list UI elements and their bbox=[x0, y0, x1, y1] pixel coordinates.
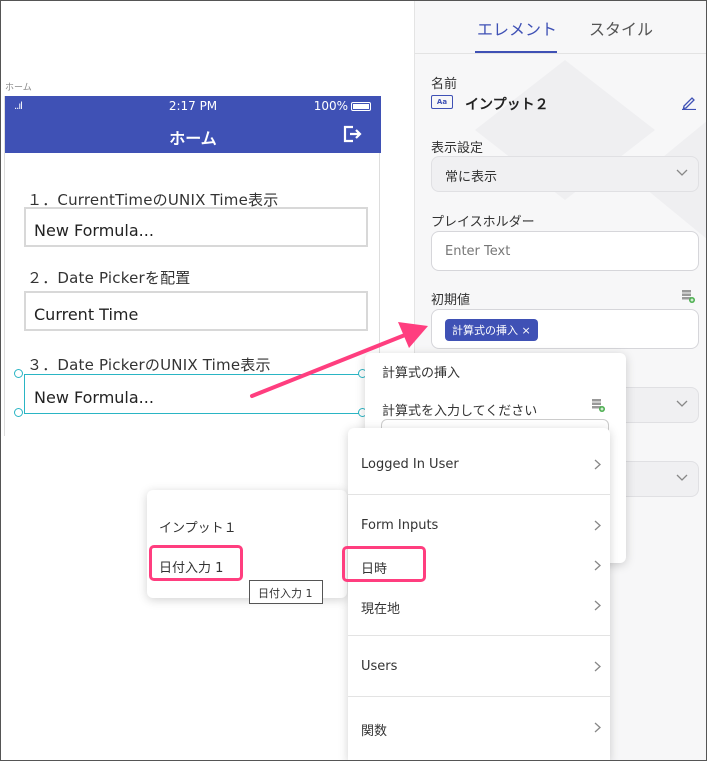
field-label-2: ２．Date Pickerを配置 bbox=[27, 269, 191, 287]
tab-element[interactable]: エレメント bbox=[477, 16, 557, 40]
visibility-select[interactable]: 常に表示 bbox=[431, 156, 699, 192]
battery-icon bbox=[351, 101, 371, 111]
field-label-3: ３．Date PickerのUNIX Time表示 bbox=[27, 356, 271, 374]
submenu-item-input-1[interactable]: インプット１ bbox=[159, 517, 237, 536]
chevron-right-icon bbox=[594, 459, 601, 470]
name-label: 名前 bbox=[431, 77, 458, 92]
date-picker-1[interactable]: Current Time bbox=[24, 291, 368, 331]
phone-header: ..ıl 2:17 PM 100% ホーム bbox=[5, 96, 381, 153]
header-title: ホーム bbox=[169, 129, 217, 148]
phone-preview: ..ıl 2:17 PM 100% ホーム １．CurrentTimeのUNIX… bbox=[4, 96, 381, 436]
highlight-datetime bbox=[342, 546, 426, 582]
tooltip: 日付入力 1 bbox=[249, 580, 323, 604]
menu-item-location[interactable]: 現在地 bbox=[348, 598, 610, 617]
formula-popup-title: 計算式の挿入 bbox=[382, 366, 461, 381]
chevron-down-icon bbox=[676, 400, 688, 407]
chevron-right-icon bbox=[594, 520, 601, 531]
database-add-icon[interactable] bbox=[681, 289, 695, 303]
logout-icon[interactable] bbox=[342, 124, 362, 144]
placeholder-input[interactable]: Enter Text bbox=[431, 231, 699, 271]
menu-divider bbox=[348, 494, 610, 495]
resize-handle-top-left[interactable] bbox=[14, 369, 23, 378]
menu-item-form-inputs[interactable]: Form Inputs bbox=[348, 518, 610, 533]
insert-formula-tag[interactable]: 計算式の挿入 × bbox=[445, 319, 538, 341]
initial-value-input[interactable]: 計算式の挿入 × bbox=[431, 309, 699, 349]
formula-input-2[interactable]: New Formula... bbox=[24, 374, 368, 414]
battery-percent: 100% bbox=[313, 99, 348, 113]
component-name: インプット２ bbox=[465, 97, 549, 113]
tab-style[interactable]: スタイル bbox=[589, 16, 653, 40]
variables-menu: Logged In User Form Inputs 日時 現在地 Users … bbox=[348, 428, 610, 761]
formula-prompt: 計算式を入力してください bbox=[382, 404, 538, 419]
screen-label: ホーム bbox=[5, 83, 32, 93]
highlight-date-input bbox=[149, 545, 243, 581]
text-input-icon: Aa bbox=[431, 95, 453, 109]
visibility-label: 表示設定 bbox=[431, 141, 484, 156]
chevron-down-icon bbox=[676, 169, 688, 176]
tab-divider bbox=[415, 53, 707, 54]
chevron-down-icon bbox=[676, 474, 688, 481]
chevron-right-icon bbox=[594, 661, 601, 672]
menu-item-functions[interactable]: 関数 bbox=[348, 720, 610, 739]
database-add-icon[interactable] bbox=[591, 398, 605, 412]
chevron-right-icon bbox=[594, 600, 601, 611]
resize-handle-bottom-left[interactable] bbox=[14, 408, 23, 417]
menu-divider bbox=[348, 635, 610, 636]
formula-input-1[interactable]: New Formula... bbox=[24, 207, 368, 247]
chevron-right-icon bbox=[594, 722, 601, 733]
visibility-value: 常に表示 bbox=[445, 170, 498, 185]
menu-item-logged-in-user[interactable]: Logged In User bbox=[348, 457, 610, 472]
pencil-icon[interactable] bbox=[681, 94, 697, 110]
initial-value-label: 初期値 bbox=[431, 293, 471, 308]
battery-status: 100% bbox=[314, 99, 371, 113]
menu-item-users[interactable]: Users bbox=[348, 659, 610, 674]
menu-divider bbox=[348, 696, 610, 697]
chevron-right-icon bbox=[594, 560, 601, 571]
placeholder-label: プレイスホルダー bbox=[431, 215, 535, 230]
